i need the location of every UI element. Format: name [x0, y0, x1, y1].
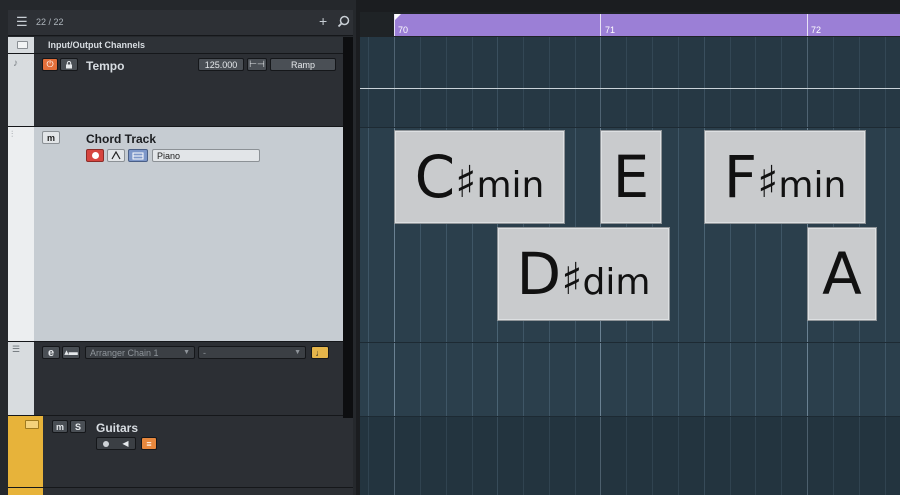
chevron-down-icon: ▼: [294, 349, 301, 356]
chord-event[interactable]: C♯min: [394, 130, 565, 224]
chord-event[interactable]: D♯dim: [497, 227, 670, 321]
chord-track-strip: [8, 127, 34, 341]
search-icon[interactable]: [337, 15, 350, 33]
tempo-track-strip: [8, 54, 34, 126]
tempo-power-button[interactable]: ⏻: [42, 58, 58, 71]
chord-event[interactable]: A: [807, 227, 877, 321]
chord-track[interactable]: ⫶ m Chord Track Piano: [8, 127, 353, 342]
guitars-mute-button[interactable]: m: [52, 420, 68, 433]
lane-divider: [360, 127, 900, 128]
tempo-line[interactable]: [360, 88, 900, 89]
arranger-track[interactable]: ☰ e ▴▬ Arranger Chain 1 ▼ - ▼ ♩: [8, 342, 353, 416]
track-count: 22 / 22: [36, 17, 64, 27]
next-track[interactable]: [8, 488, 353, 495]
tempo-icon: ♪: [13, 58, 18, 69]
chord-instrument-field[interactable]: Piano: [152, 149, 260, 162]
chord-mute-button[interactable]: m: [42, 131, 60, 144]
track-list: ☰ 22 / 22 + Input/Output Channels ♪ ⏻ Te…: [0, 0, 356, 495]
tempo-lock-button[interactable]: [60, 58, 78, 71]
chord-record-button[interactable]: [86, 149, 104, 162]
guitars-edit-button[interactable]: ≡: [141, 437, 157, 450]
chord-event[interactable]: E: [600, 130, 662, 224]
chord-label: E: [612, 143, 650, 211]
chord-follow-button[interactable]: [128, 149, 148, 162]
folder-icon[interactable]: [25, 420, 39, 429]
arranger-note-button[interactable]: ♩: [311, 346, 329, 359]
guitars-track-name: Guitars: [96, 421, 139, 435]
chord-track-icon: ⫶: [11, 129, 14, 139]
tempo-mode-select[interactable]: Ramp: [270, 58, 336, 71]
folder-lane[interactable]: [360, 417, 900, 495]
arranger-section-label: -: [203, 347, 206, 358]
arranger-chain-select[interactable]: Arranger Chain 1 ▼: [85, 346, 195, 359]
tempo-lane[interactable]: [360, 37, 900, 127]
guitars-monitor-button[interactable]: ◀: [96, 437, 136, 450]
arranger-activate-button[interactable]: e: [42, 346, 60, 359]
io-channels-track[interactable]: Input/Output Channels: [8, 37, 353, 54]
tempo-value-field[interactable]: 125.000: [198, 58, 244, 71]
chord-label: D♯dim: [516, 240, 651, 308]
event-display[interactable]: 70 71 72 C♯min E F♯min D♯dim A: [360, 12, 900, 495]
next-track-strip: [8, 488, 43, 495]
chord-label: C♯min: [414, 143, 545, 211]
chord-voicing-button[interactable]: [107, 149, 125, 162]
chord-label: F♯min: [723, 143, 847, 211]
tempo-track[interactable]: ♪ ⏻ Tempo 125.000 ⊢⊣ Ramp: [8, 54, 353, 127]
record-dot-icon: [103, 440, 110, 447]
tempo-track-name: Tempo: [86, 59, 125, 73]
record-icon: [91, 152, 99, 159]
arranger-edit-button[interactable]: ▴▬: [62, 346, 80, 359]
arranger-icon: ☰: [12, 344, 21, 354]
track-list-menu-icon[interactable]: ☰: [16, 14, 28, 30]
chord-event[interactable]: F♯min: [704, 130, 866, 224]
folder-icon: [17, 41, 28, 49]
plus-icon[interactable]: +: [319, 13, 327, 29]
arranger-chain-label: Arranger Chain 1: [90, 347, 159, 358]
track-list-scrollbar[interactable]: [343, 37, 353, 418]
chord-label: A: [822, 240, 862, 308]
speaker-icon: ◀: [122, 439, 129, 448]
chevron-down-icon: ▼: [183, 349, 190, 356]
guitars-solo-button[interactable]: S: [70, 420, 86, 433]
chord-track-name: Chord Track: [86, 132, 157, 146]
arranger-section-select[interactable]: - ▼: [198, 346, 306, 359]
track-list-header: ☰ 22 / 22 +: [8, 10, 353, 36]
io-channels-label: Input/Output Channels: [48, 40, 145, 50]
guitars-folder-track[interactable]: m S Guitars ◀ ≡: [8, 416, 353, 488]
tempo-range-button[interactable]: ⊢⊣: [247, 58, 267, 71]
lane-divider: [360, 342, 900, 343]
